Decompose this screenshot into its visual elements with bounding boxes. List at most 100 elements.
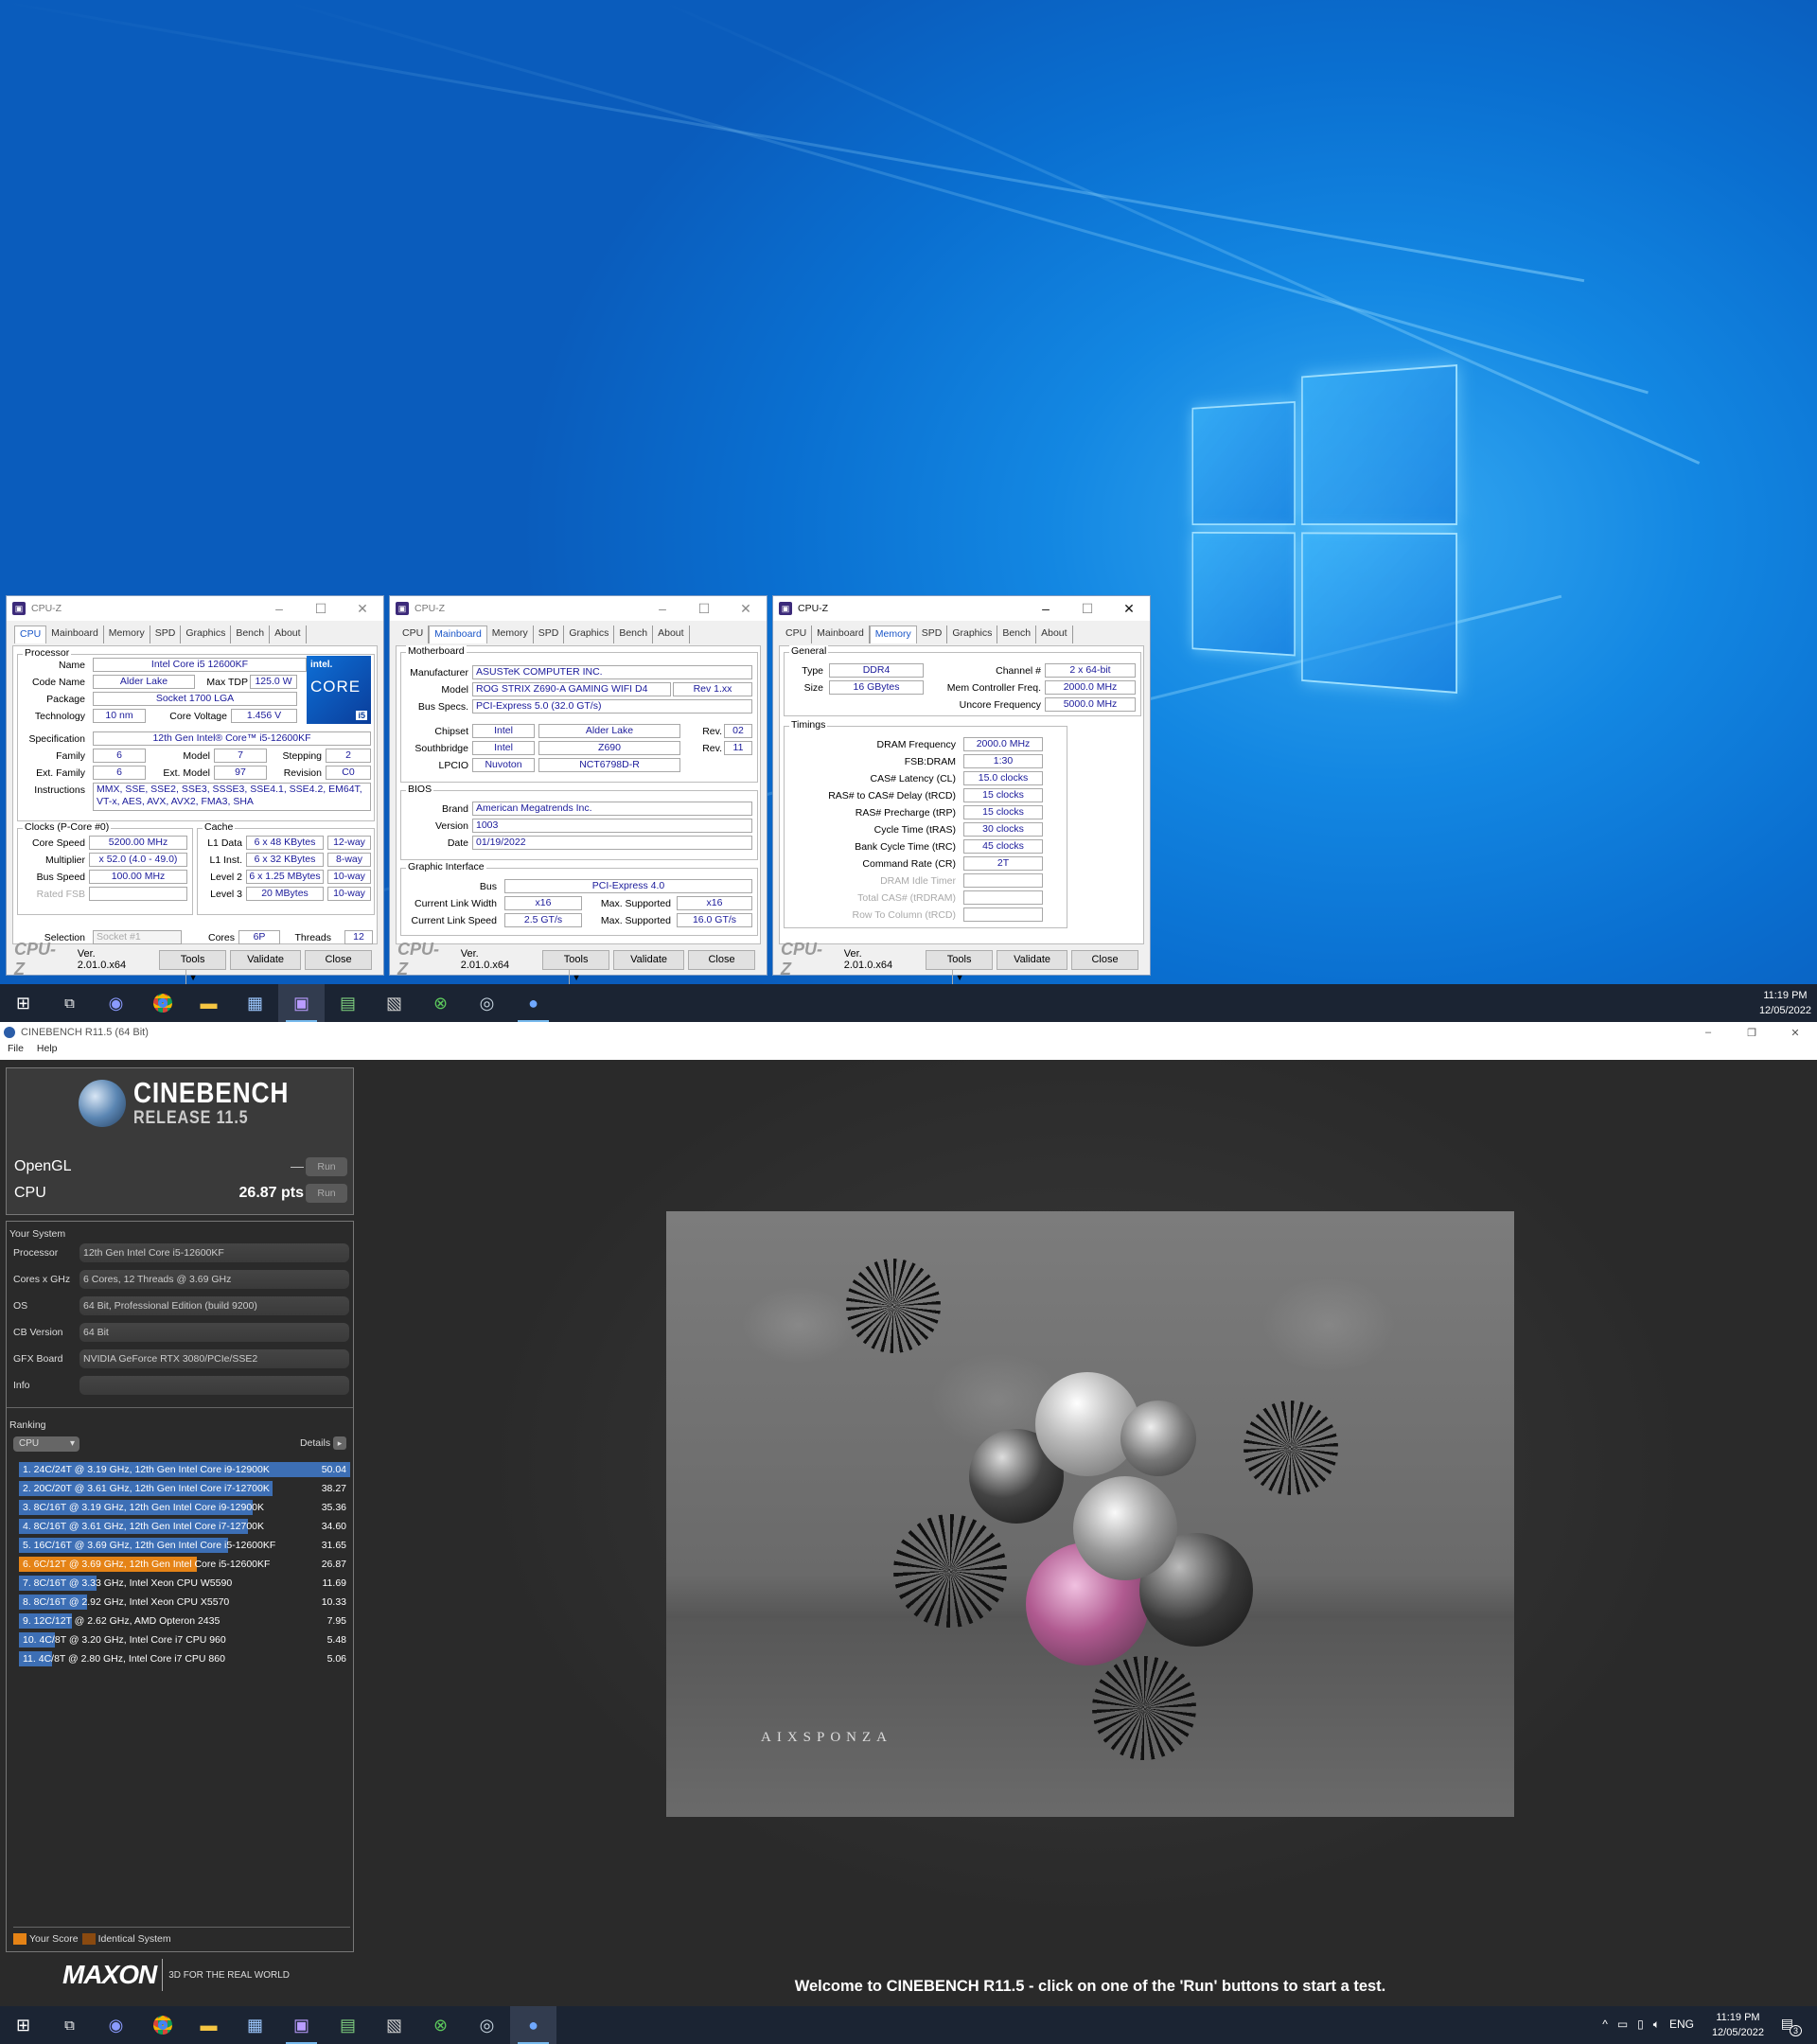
ranking-row[interactable]: 2. 20C/20T @ 3.61 GHz, 12th Gen Intel Co… (19, 1480, 350, 1497)
ranking-row[interactable]: 4. 8C/16T @ 3.61 GHz, 12th Gen Intel Cor… (19, 1518, 350, 1535)
tab-memory[interactable]: Memory (104, 626, 150, 643)
monitor-icon[interactable]: ▯ (1637, 2018, 1644, 2032)
opengl-run-button[interactable]: Run (306, 1157, 347, 1176)
clock[interactable]: 11:19 PM 12/05/2022 (1712, 2010, 1764, 2040)
chrome-icon[interactable] (139, 2006, 185, 2044)
ranking-row[interactable]: 1. 24C/24T @ 3.19 GHz, 12th Gen Intel Co… (19, 1461, 350, 1478)
app-icon[interactable]: ▦ (232, 2006, 278, 2044)
tab-bench[interactable]: Bench (614, 626, 654, 643)
details-button[interactable]: Details ▸ (300, 1436, 346, 1450)
tab-about[interactable]: About (653, 626, 690, 643)
language-indicator[interactable]: ENG (1669, 2018, 1694, 2032)
cpuz-taskbar-icon[interactable]: ▣ (278, 2006, 325, 2044)
xbox-icon[interactable]: ⊗ (417, 984, 464, 1022)
ranking-row[interactable]: 3. 8C/16T @ 3.19 GHz, 12th Gen Intel Cor… (19, 1499, 350, 1516)
validate-button[interactable]: Validate (230, 949, 301, 970)
tab-graphics[interactable]: Graphics (181, 626, 232, 643)
task-view-icon[interactable]: ⧉ (46, 2006, 93, 2044)
tab-graphics[interactable]: Graphics (564, 626, 615, 643)
ranking-row[interactable]: 7. 8C/16T @ 3.33 GHz, Intel Xeon CPU W55… (19, 1575, 350, 1592)
file-explorer-icon[interactable]: ▬ (185, 2006, 232, 2044)
minimize-button[interactable]: – (1025, 601, 1067, 616)
menu-file[interactable]: File (8, 1043, 24, 1060)
minimize-button[interactable]: – (642, 601, 683, 616)
maximize-button[interactable]: ☐ (683, 601, 725, 617)
socket-selection-dropdown[interactable]: Socket #1 (93, 930, 182, 944)
chrome-icon[interactable] (139, 984, 185, 1022)
network-icon[interactable]: ▭ (1617, 2018, 1628, 2032)
notifications-icon[interactable]: ▤3 (1781, 2016, 1806, 2036)
tools-button[interactable]: Tools▼ (159, 949, 227, 987)
system-tray: ^ ▭ ▯ 🔈︎ ENG (1602, 2018, 1694, 2032)
tab-cpu[interactable]: CPU (397, 626, 430, 643)
steam-icon[interactable]: ◎ (464, 2006, 510, 2044)
cpu-run-button[interactable]: Run (306, 1184, 347, 1203)
timing-value: 1:30 (963, 754, 1043, 768)
tab-memory[interactable]: Memory (869, 626, 917, 643)
ranking-row[interactable]: 6. 6C/12T @ 3.69 GHz, 12th Gen Intel Cor… (19, 1556, 350, 1573)
volume-icon[interactable]: 🔈︎ (1653, 2018, 1660, 2032)
tab-mainboard[interactable]: Mainboard (46, 626, 104, 643)
tools-button[interactable]: Tools▼ (542, 949, 610, 987)
tab-spd[interactable]: SPD (534, 626, 565, 643)
minimize-button[interactable]: – (258, 601, 300, 616)
minimize-button[interactable]: – (1686, 1027, 1730, 1038)
ranking-row[interactable]: 5. 16C/16T @ 3.69 GHz, 12th Gen Intel Co… (19, 1537, 350, 1554)
tab-spd[interactable]: SPD (917, 626, 948, 643)
tab-spd[interactable]: SPD (150, 626, 182, 643)
tab-cpu[interactable]: CPU (14, 626, 47, 643)
tab-bench[interactable]: Bench (997, 626, 1037, 643)
task-view-icon[interactable]: ⧉ (46, 984, 93, 1022)
app-icon[interactable]: ▧ (371, 2006, 417, 2044)
tab-about[interactable]: About (270, 626, 307, 643)
tab-cpu[interactable]: CPU (781, 626, 813, 643)
close-window-button[interactable]: ✕ (725, 601, 767, 617)
label: Threads (294, 932, 331, 943)
close-button[interactable]: Close (1070, 949, 1139, 970)
clock[interactable]: 11:19 PM 12/05/2022 (1759, 988, 1811, 1018)
discord-icon[interactable]: ◉ (93, 984, 139, 1022)
tab-about[interactable]: About (1036, 626, 1073, 643)
close-window-button[interactable]: ✕ (1108, 601, 1150, 617)
menu-help[interactable]: Help (37, 1043, 58, 1060)
maximize-button[interactable]: ☐ (300, 601, 342, 617)
discord-icon[interactable]: ◉ (93, 2006, 139, 2044)
steam-icon[interactable]: ◎ (464, 984, 510, 1022)
clock-date: 12/05/2022 (1758, 1005, 1811, 1016)
gpu-app-icon[interactable]: ▤ (325, 984, 371, 1022)
ranking-row[interactable]: 10. 4C/8T @ 3.20 GHz, Intel Core i7 CPU … (19, 1631, 350, 1648)
ranking-row[interactable]: 9. 12C/12T @ 2.62 GHz, AMD Opteron 2435 7… (19, 1612, 350, 1630)
tab-mainboard[interactable]: Mainboard (812, 626, 870, 643)
xbox-icon[interactable]: ⊗ (417, 2006, 464, 2044)
tab-memory[interactable]: Memory (487, 626, 534, 643)
revision-value: C0 (326, 766, 371, 780)
file-explorer-icon[interactable]: ▬ (185, 984, 232, 1022)
validate-button[interactable]: Validate (997, 949, 1067, 970)
cinebench-taskbar-icon[interactable]: ● (510, 2006, 556, 2044)
bios-brand-value: American Megatrends Inc. (472, 802, 752, 816)
close-window-button[interactable]: ✕ (342, 601, 383, 617)
ranking-row[interactable]: 8. 8C/16T @ 2.92 GHz, Intel Xeon CPU X55… (19, 1594, 350, 1611)
close-button[interactable]: Close (304, 949, 373, 970)
max-tdp-value: 125.0 W (250, 675, 297, 689)
cinebench-taskbar-icon[interactable]: ● (510, 984, 556, 1022)
gpu-app-icon[interactable]: ▤ (325, 2006, 371, 2044)
close-button[interactable]: Close (687, 949, 756, 970)
start-windows-icon[interactable]: ⊞ (0, 2006, 46, 2044)
tab-bench[interactable]: Bench (231, 626, 271, 643)
tab-graphics[interactable]: Graphics (947, 626, 998, 643)
app-icon[interactable]: ▦ (232, 984, 278, 1022)
restore-button[interactable]: ❐ (1730, 1027, 1773, 1039)
ranking-row[interactable]: 11. 4C/8T @ 2.80 GHz, Intel Core i7 CPU … (19, 1650, 350, 1667)
system-info-value[interactable] (79, 1376, 349, 1395)
validate-button[interactable]: Validate (613, 949, 684, 970)
cpuz-taskbar-icon[interactable]: ▣ (278, 984, 325, 1022)
app-icon[interactable]: ▧ (371, 984, 417, 1022)
tools-button[interactable]: Tools▼ (926, 949, 994, 987)
chevron-up-icon[interactable]: ^ (1602, 2018, 1608, 2032)
tab-mainboard[interactable]: Mainboard (429, 626, 487, 643)
close-window-button[interactable]: ✕ (1773, 1027, 1817, 1039)
start-windows-icon[interactable]: ⊞ (0, 984, 46, 1022)
ranking-type-dropdown[interactable]: CPU ▾ (13, 1436, 79, 1452)
maximize-button[interactable]: ☐ (1067, 601, 1108, 617)
